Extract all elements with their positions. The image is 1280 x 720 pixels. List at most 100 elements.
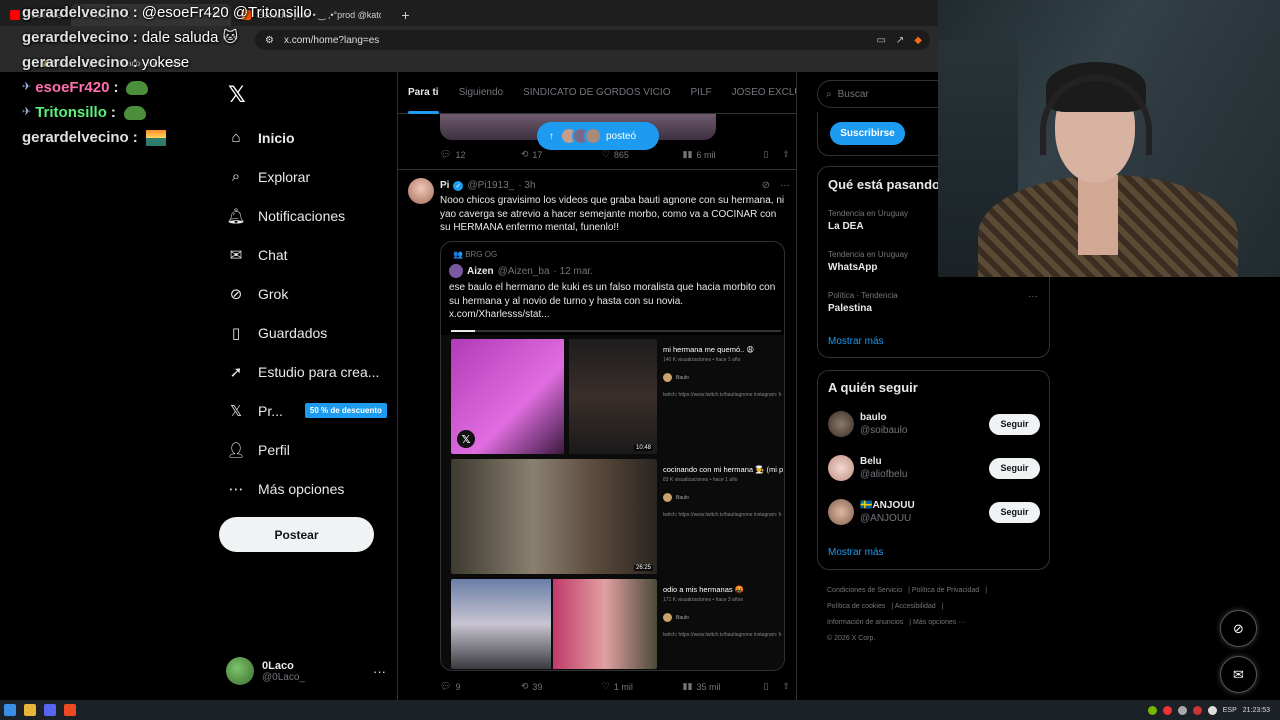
messages-floating-button[interactable]: ✉ [1220,656,1257,693]
trend-item[interactable]: Política · Tendencia Palestina ··· [828,291,1038,314]
follow-suggestion[interactable]: 🇸🇪ANJOUU @ANJOUU Seguir [828,497,1040,527]
post-button[interactable]: Postear [219,517,374,552]
show-more-trends-link[interactable]: Mostrar más [828,336,884,347]
follow-button[interactable]: Seguir [989,413,1040,435]
new-tab-button[interactable]: + [391,4,419,26]
tweet-time[interactable]: · 3h [518,180,535,191]
footer-link[interactable]: Accesibilidad [895,603,936,610]
views-button[interactable]: ▮▮ 6 mil [683,149,764,160]
x-premium-icon: 𝕏 [229,402,243,420]
nav-grok[interactable]: ⊘ Grok [218,274,398,313]
nav-explore[interactable]: ⌕ Explorar [218,157,398,196]
follow-suggestion[interactable]: Belu @aliofbelu Seguir [828,453,1040,483]
url-field[interactable]: ⚙ x.com/home?lang=es ▭ ↗ ◆ [255,30,930,50]
video-result[interactable]: 𝕏 10:48 mi hermana me quemó.. 😩 140 K vi… [451,339,783,454]
grok-floating-button[interactable]: ⊘ [1220,610,1257,647]
file-explorer-icon[interactable] [24,704,36,716]
rocket-icon: ➚ [229,363,243,381]
nav-more[interactable]: ⋯ Más opciones [218,469,398,508]
tray-app-icon[interactable] [1177,705,1187,715]
video-thumbnail[interactable]: 26:25 [451,459,657,574]
nav-label: Grok [258,285,289,302]
nav-chat[interactable]: ✉ Chat [218,235,398,274]
nav-bookmarks[interactable]: ▯ Guardados [218,313,398,352]
shield-icon[interactable]: ◆ [914,35,922,46]
cat-emote-icon: 🐱 [222,29,239,46]
reply-count: 12 [455,149,466,160]
nav-premium[interactable]: 𝕏 Pr... 50 % de descuento [218,391,398,430]
tab-for-you[interactable]: Para ti [398,72,449,114]
stream-chat-overlay: gerardelvecino: @esoeFr420 @Tritonsillo g… [22,0,312,150]
follow-button[interactable]: Seguir [989,501,1040,523]
x-logo-icon: 𝕏 [457,430,475,448]
video-thumbnail[interactable]: 𝕏 10:48 [451,339,657,454]
avatar [226,657,254,685]
nav-profile[interactable]: 👤︎ Perfil [218,430,398,469]
chat-username: gerardelvecino [22,4,129,21]
bookmark-icon[interactable]: ▯ [764,681,769,692]
who-to-follow-title: A quién seguir [828,380,918,395]
follow-button[interactable]: Seguir [989,457,1040,479]
footer-link[interactable]: Información de anuncios [827,619,903,626]
views-button[interactable]: ▮▮ 35 mil [683,681,764,692]
video-thumbnail[interactable] [451,579,657,669]
subscribe-button[interactable]: Suscribirse [830,122,905,145]
tray-app-icon[interactable] [1207,705,1217,715]
avatar[interactable] [408,178,434,204]
account-switcher[interactable]: 0Laco @0Laco_ ··· [226,654,386,688]
share-icon[interactable]: ⇧ [782,681,790,692]
quote-header: Aizen @Aizen_ba · 12 mar. [449,264,593,278]
reader-icon[interactable]: ▭ [876,35,885,46]
video-stats: 171 K visualizaciones • hace 3 años [663,597,743,603]
nvidia-icon[interactable] [1147,705,1157,715]
repost-count: 39 [532,681,543,692]
author-handle[interactable]: @Pi1913_ [467,180,514,191]
suggestion-name: baulo [860,412,887,423]
bookmark-icon[interactable]: ▯ [764,149,769,160]
quote-media[interactable]: 𝕏 10:48 mi hermana me quemó.. 😩 140 K vi… [441,335,784,670]
like-button[interactable]: ♡ 1 mil [602,681,683,692]
tray-app-icon[interactable] [1162,705,1172,715]
repost-button[interactable]: ⟲ 17 [521,149,602,160]
author-name[interactable]: Pi [440,180,449,191]
footer-link[interactable]: Más opciones ··· [913,619,965,626]
reply-button[interactable]: 💬︎ 12 [440,149,521,160]
new-posts-pill[interactable]: ↑ posteó [537,122,659,150]
share-icon[interactable]: ↗ [896,35,904,46]
reply-button[interactable]: 💬︎ 9 [440,681,521,692]
video-result[interactable]: 26:25 cocinando con mi hermana 🧑‍🍳 (mi p… [451,459,783,574]
search-input[interactable]: ⌕ Buscar [817,80,947,108]
quote-link[interactable]: x.com/Xharlesss/stat... [449,309,550,320]
share-icon[interactable]: ⇧ [782,149,790,160]
show-more-follow-link[interactable]: Mostrar más [828,547,884,558]
tab-list-pilf[interactable]: PILF [681,72,722,114]
like-button[interactable]: ♡ 865 [602,149,683,160]
mail-icon: ✉ [1233,666,1244,682]
tab-list-joseo[interactable]: JOSEO EXCLUSI [722,72,796,114]
tray-app-icon[interactable] [1192,705,1202,715]
chat-message: ✈ esoeFr420: [22,75,312,100]
footer-link[interactable]: Política de cookies [827,603,885,610]
nav-notifications[interactable]: 🔔︎ Notificaciones [218,196,398,235]
more-icon[interactable]: ··· [1028,291,1038,302]
video-result[interactable]: odio a mis hermanas 🤬 171 K visualizacio… [451,579,783,669]
language-indicator[interactable]: ESP [1223,707,1237,714]
clock[interactable]: 21:23:53 [1243,707,1270,714]
repost-button[interactable]: ⟲ 39 [521,681,602,692]
chat-message: gerardelvecino: [22,125,312,150]
start-icon[interactable] [4,704,16,716]
suggestion-handle: @ANJOUU [860,513,912,524]
nav-creator-studio[interactable]: ➚ Estudio para crea... [218,352,398,391]
discord-icon[interactable] [44,704,56,716]
tab-following[interactable]: Siguiendo [449,72,513,114]
quoted-tweet[interactable]: 👥 BRG OG Aizen @Aizen_ba · 12 mar. ese b… [440,241,785,671]
channel-name: Baulo [676,494,689,501]
timeline-tabs: Para ti Siguiendo SINDICATO DE GORDOS VI… [398,72,796,114]
more-icon[interactable]: ··· [780,180,790,191]
footer-link[interactable]: Condiciones de Servicio [827,587,902,594]
footer-link[interactable]: Política de Privacidad [912,587,979,594]
brave-icon[interactable] [64,704,76,716]
tab-list-sindicato[interactable]: SINDICATO DE GORDOS VICIO [513,72,680,114]
grok-icon[interactable]: ⊘ [762,180,770,191]
follow-suggestion[interactable]: baulo @soibaulo Seguir [828,409,1040,439]
